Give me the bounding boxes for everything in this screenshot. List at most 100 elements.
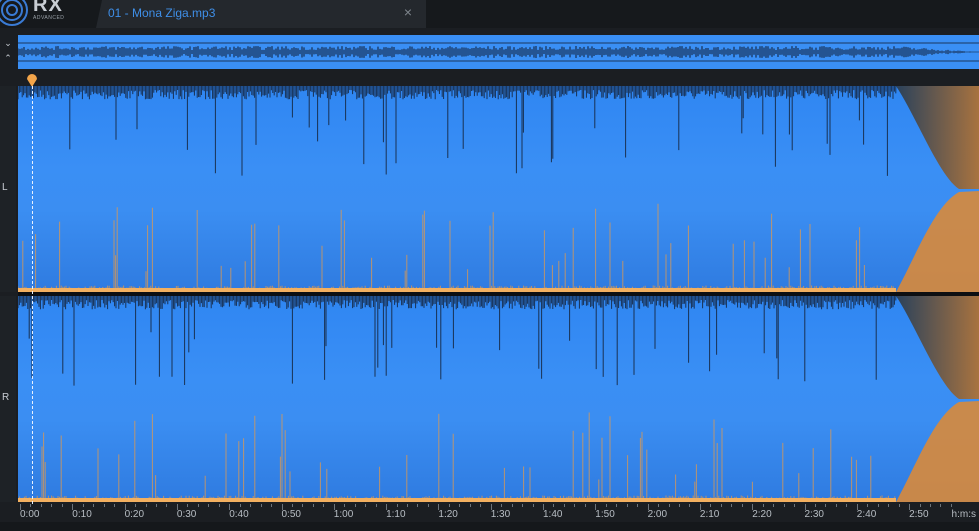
ruler-minor-tick	[710, 504, 712, 507]
ruler-minor-tick	[145, 504, 147, 507]
ruler-label: 0:40	[229, 509, 249, 520]
ruler-minor-tick	[155, 504, 157, 507]
spectrogram-area[interactable]: L R	[0, 86, 979, 504]
ruler-minor-tick	[825, 504, 827, 507]
ruler-minor-tick	[898, 504, 900, 507]
ruler-minor-tick	[584, 504, 586, 507]
ruler-minor-tick	[354, 504, 356, 507]
ruler-minor-tick	[365, 504, 367, 507]
ruler-minor-tick	[867, 504, 869, 507]
ruler-label: 2:50	[909, 509, 929, 520]
ruler-minor-tick	[773, 504, 775, 507]
ruler-minor-tick	[616, 504, 618, 507]
ruler-label: 0:10	[72, 509, 92, 520]
ruler-minor-tick	[103, 504, 105, 507]
ruler-label: 1:40	[543, 509, 563, 520]
ruler-unit: h:m:s	[951, 509, 976, 520]
chevron-collapse-icon[interactable]: ⌄	[0, 39, 16, 48]
ruler-minor-tick	[846, 504, 848, 507]
ruler-minor-tick	[291, 504, 293, 507]
ruler-minor-tick	[794, 504, 796, 507]
ruler-label: 1:20	[438, 509, 458, 520]
ruler-minor-tick	[135, 504, 137, 507]
playback-cursor[interactable]	[32, 86, 33, 504]
ruler-minor-tick	[40, 504, 42, 507]
ruler-minor-tick	[919, 504, 921, 507]
ruler-minor-tick	[166, 504, 168, 507]
ruler-minor-tick	[469, 504, 471, 507]
ruler-label: 2:10	[699, 509, 720, 520]
ruler-minor-tick	[82, 504, 84, 507]
ruler-label: 1:30	[490, 509, 511, 520]
ruler-minor-tick	[678, 504, 680, 507]
ruler-label: 0:00	[20, 509, 40, 520]
ruler-label: 2:20	[752, 509, 772, 520]
ruler-minor-tick	[448, 504, 450, 507]
ruler-label: 0:50	[281, 509, 301, 520]
ruler-minor-tick	[658, 504, 660, 507]
ruler-minor-tick	[480, 504, 482, 507]
ruler-minor-tick	[511, 504, 513, 507]
ruler-label: 2:30	[804, 509, 824, 520]
ruler-label: 1:10	[386, 509, 406, 520]
ruler-minor-tick	[302, 504, 304, 507]
ruler-minor-tick	[407, 504, 409, 507]
waveform-overview[interactable]: ⌄ ⌃	[0, 35, 979, 69]
ruler-minor-tick	[396, 504, 398, 507]
ruler-minor-tick	[940, 504, 942, 507]
ruler-label: 1:00	[333, 509, 354, 520]
playhead-marker-icon[interactable]	[26, 73, 38, 87]
channel-left-text: L	[2, 182, 8, 193]
channel-right-display[interactable]	[18, 296, 979, 502]
ruler-minor-tick	[522, 504, 524, 507]
ruler-minor-tick	[605, 504, 607, 507]
ruler-label: 0:30	[176, 509, 197, 520]
ruler-minor-tick	[741, 504, 743, 507]
ruler-minor-tick	[930, 504, 932, 507]
ruler-label: 0:20	[124, 509, 145, 520]
ruler-minor-tick	[312, 504, 314, 507]
ruler-label: 1:50	[595, 509, 615, 520]
ruler-minor-tick	[835, 504, 837, 507]
ruler-minor-tick	[950, 504, 952, 507]
file-tab-title[interactable]: 01 - Mona Ziga.mp3	[108, 6, 215, 20]
ruler-minor-tick	[888, 504, 890, 507]
app-logo: RX ADVANCED	[0, 0, 90, 28]
ruler-minor-tick	[563, 504, 565, 507]
file-tab[interactable]: 01 - Mona Ziga.mp3 ×	[96, 0, 426, 28]
ruler-minor-tick	[51, 504, 53, 507]
ruler-minor-tick	[323, 504, 325, 507]
ruler-minor-tick	[417, 504, 419, 507]
ruler-minor-tick	[626, 504, 628, 507]
ruler-minor-tick	[814, 504, 816, 507]
channel-right-text: R	[2, 392, 10, 403]
ruler-minor-tick	[427, 504, 429, 507]
ruler-minor-tick	[731, 504, 733, 507]
ruler-minor-tick	[114, 504, 116, 507]
ruler-minor-tick	[271, 504, 273, 507]
horizontal-scrollbar[interactable]	[0, 522, 979, 531]
overview-collapse-toggle[interactable]: ⌄ ⌃	[0, 35, 16, 69]
ruler-minor-tick	[762, 504, 764, 507]
ruler-minor-tick	[30, 504, 32, 507]
logo-subtitle: ADVANCED	[33, 15, 65, 21]
ruler-minor-tick	[93, 504, 95, 507]
close-icon[interactable]: ×	[404, 4, 412, 20]
rx-logo-icon	[0, 0, 28, 26]
ruler-minor-tick	[208, 504, 210, 507]
ruler-minor-tick	[187, 504, 189, 507]
ruler-minor-tick	[532, 504, 534, 507]
ruler-minor-tick	[218, 504, 220, 507]
ruler-label: 2:40	[856, 509, 877, 520]
ruler-minor-tick	[61, 504, 63, 507]
ruler-minor-tick	[375, 504, 377, 507]
channel-label-left: L	[0, 86, 16, 292]
overview-waveform[interactable]	[18, 35, 979, 69]
chevron-expand-icon[interactable]: ⌃	[0, 54, 16, 63]
ruler-minor-tick	[877, 504, 879, 507]
ruler-minor-tick	[501, 504, 503, 507]
title-bar: RX ADVANCED 01 - Mona Ziga.mp3 ×	[0, 0, 979, 28]
channel-left-display[interactable]	[18, 86, 979, 292]
ruler-minor-tick	[250, 504, 252, 507]
ruler-minor-tick	[260, 504, 262, 507]
